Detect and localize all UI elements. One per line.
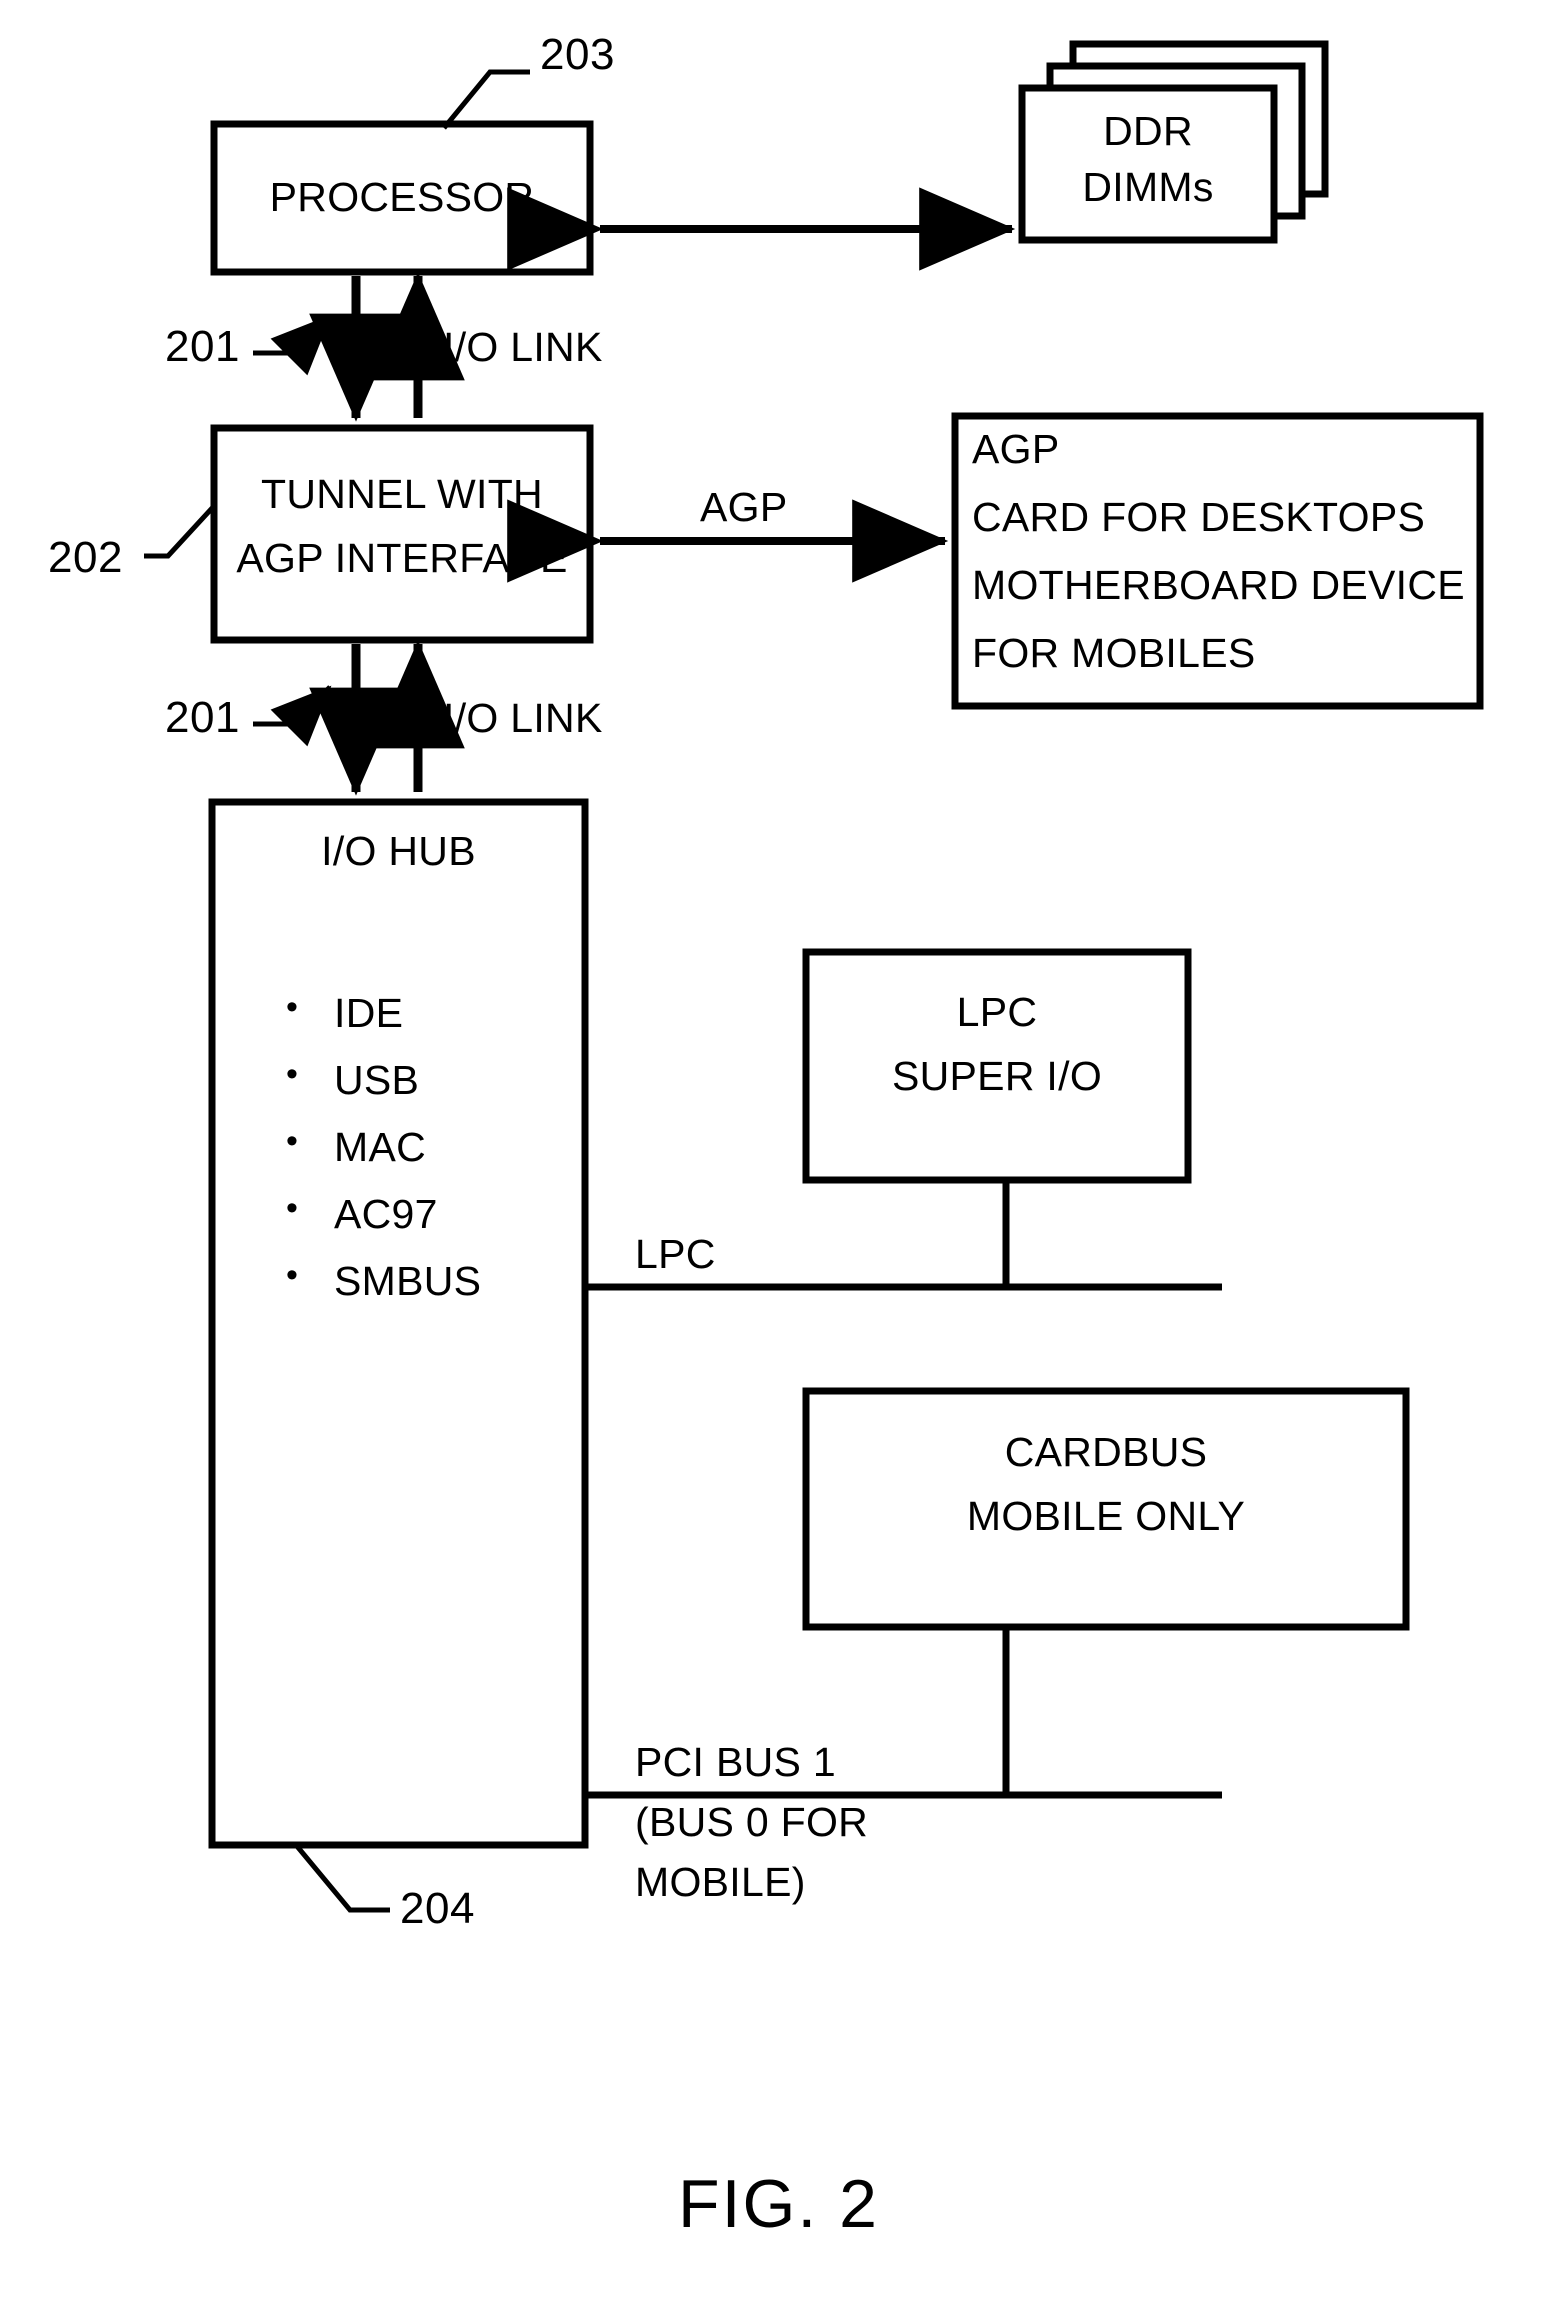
- lpc-super-io-label-line1: LPC: [956, 989, 1038, 1035]
- ref-201-lower-leader: [253, 685, 332, 747]
- io-hub-feature-label: MAC: [334, 1124, 427, 1170]
- ref-numeral-202: 202: [48, 533, 123, 582]
- io-hub-feature-item: AC97: [280, 1189, 481, 1238]
- agp-device-label-line4: FOR MOBILES: [972, 630, 1256, 676]
- patent-figure-page: 203 PROCESSOR DDR DIMMs 201 I/O LINK 202…: [0, 0, 1557, 2322]
- ref-201-upper-leader: [253, 314, 332, 376]
- io-hub-feature-label: IDE: [334, 990, 404, 1036]
- io-hub-feature-item: IDE: [280, 988, 481, 1037]
- tunnel-box: [210, 424, 594, 644]
- lpc-super-io-label-line2: SUPER I/O: [891, 1053, 1103, 1099]
- ref-202-leader: [144, 504, 216, 559]
- io-hub-feature-item: MAC: [280, 1122, 481, 1171]
- agp-device-label-line3: MOTHERBOARD DEVICE: [972, 562, 1465, 608]
- io-link-upper-label: I/O LINK: [443, 324, 603, 370]
- cardbus-label-line2: MOBILE ONLY: [966, 1493, 1246, 1539]
- agp-connection-label: AGP: [700, 484, 788, 530]
- io-hub-feature-label: SMBUS: [334, 1258, 482, 1304]
- tunnel-label-line1: TUNNEL WITH: [261, 471, 543, 517]
- agp-device-label-line1: AGP: [972, 426, 1060, 472]
- figure-caption: FIG. 2: [678, 2166, 879, 2242]
- tunnel-label-line2: AGP INTERFACE: [236, 535, 568, 581]
- ref-numeral-204: 204: [400, 1884, 475, 1933]
- io-hub-feature-label: USB: [334, 1057, 420, 1103]
- ref-numeral-201-lower: 201: [165, 693, 240, 742]
- cardbus-label-line1: CARDBUS: [1004, 1429, 1208, 1475]
- ref-203-leader: [442, 69, 530, 130]
- ref-204-leader: [294, 1843, 390, 1913]
- io-link-lower-label: I/O LINK: [443, 695, 603, 741]
- io-hub-feature-item: SMBUS: [280, 1256, 482, 1305]
- ddr-dimms-label-line2: DIMMs: [1082, 164, 1214, 210]
- pci-bus-label-line3: MOBILE): [635, 1859, 806, 1905]
- io-hub-feature-list: IDE USB MAC AC97 SMBUS: [280, 988, 482, 1325]
- ref-numeral-203: 203: [540, 30, 615, 79]
- io-hub-feature-item: USB: [280, 1055, 481, 1104]
- ref-numeral-201-upper: 201: [165, 322, 240, 371]
- processor-label: PROCESSOR: [269, 174, 535, 220]
- pci-bus-label-line1: PCI BUS 1: [635, 1739, 836, 1785]
- lpc-bus-label: LPC: [635, 1231, 716, 1277]
- agp-device-label-line2: CARD FOR DESKTOPS: [972, 494, 1426, 540]
- ddr-dimms-label-line1: DDR: [1103, 108, 1193, 154]
- io-hub-title: I/O HUB: [321, 828, 476, 874]
- pci-bus-label-line2: (BUS 0 FOR: [635, 1799, 869, 1845]
- io-hub-feature-label: AC97: [334, 1191, 438, 1237]
